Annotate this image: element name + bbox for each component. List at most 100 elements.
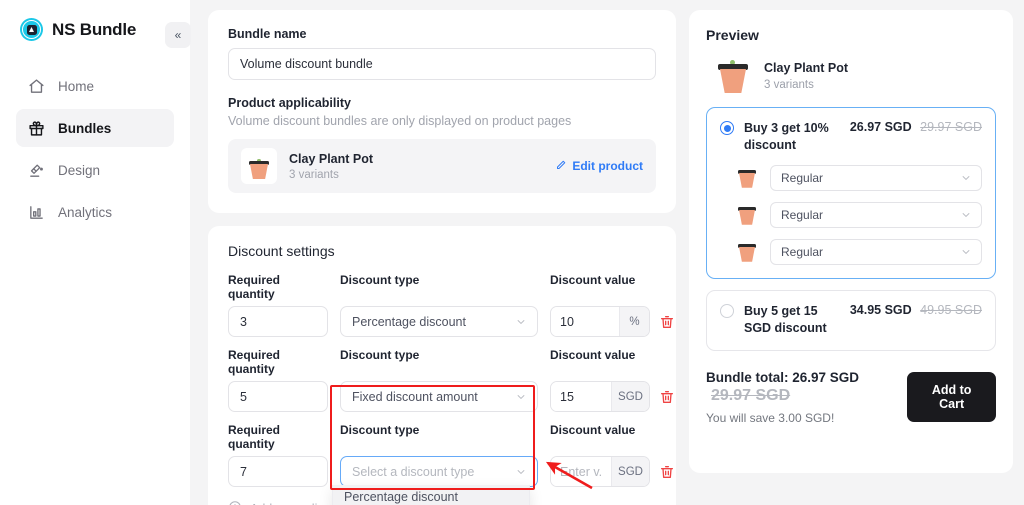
- sidebar-item-home[interactable]: Home: [16, 67, 174, 105]
- product-title: Clay Plant Pot: [289, 151, 374, 166]
- sidebar-item-label: Bundles: [58, 120, 112, 136]
- preview-title: Preview: [706, 27, 759, 43]
- trash-icon[interactable]: [659, 464, 675, 480]
- preview-card: Preview Clay Plant Pot 3 variants Buy 3 …: [689, 10, 1013, 473]
- label-discount-value: Discount value: [550, 423, 636, 437]
- trash-icon[interactable]: [659, 314, 675, 330]
- sidebar-item-bundles[interactable]: Bundles: [16, 109, 174, 147]
- preview-product-title: Clay Plant Pot: [764, 61, 849, 75]
- offer-price-old: 29.97 SGD: [920, 120, 982, 134]
- sidebar: NS Bundle « Home Bundles Design Analytic…: [0, 0, 191, 505]
- discount-row-1: Percentage discount %: [228, 306, 673, 337]
- product-applicability-note: Volume discount bundles are only display…: [228, 114, 572, 128]
- bundle-name-input[interactable]: [228, 48, 656, 80]
- discount-type-select-open[interactable]: Select a discount type: [340, 456, 538, 487]
- variant-row: Regular: [720, 201, 982, 228]
- bundle-total-row: Bundle total: 26.97 SGD 29.97 SGD You wi…: [706, 369, 996, 425]
- variant-row: Regular: [720, 164, 982, 191]
- row-labels-3: Required quantity Discount type Discount…: [228, 423, 656, 451]
- sidebar-nav: Home Bundles Design Analytics: [16, 67, 174, 231]
- offer-radio[interactable]: [720, 303, 734, 318]
- bundle-total-old: 29.97 SGD: [711, 386, 791, 404]
- preview-product-variants: 3 variants: [764, 79, 814, 91]
- discount-value-wrap-1: %: [550, 306, 675, 337]
- bundle-total-label: Bundle total: 26.97 SGD: [706, 369, 860, 385]
- sidebar-item-design[interactable]: Design: [16, 151, 174, 189]
- clay-pot-icon: [737, 167, 757, 189]
- offer-header: Buy 5 get 15 SGD discount 34.95 SGD 49.9…: [720, 303, 982, 337]
- discount-type-value: Percentage discount: [352, 314, 466, 329]
- sidebar-collapse-button[interactable]: «: [165, 22, 191, 48]
- discount-type-select[interactable]: Percentage discount: [340, 306, 538, 337]
- offer-header: Buy 3 get 10% discount 26.97 SGD 29.97 S…: [720, 120, 982, 154]
- preview-offer-1[interactable]: Buy 3 get 10% discount 26.97 SGD 29.97 S…: [706, 107, 996, 279]
- label-required-quantity: Required quantity: [228, 423, 281, 451]
- label-required-quantity: Required quantity: [228, 273, 281, 301]
- discount-value-input[interactable]: [551, 307, 619, 336]
- label-required-quantity: Required quantity: [228, 348, 281, 376]
- edit-product-button[interactable]: Edit product: [555, 159, 643, 174]
- discount-value-suffix: SGD: [611, 382, 649, 411]
- variant-select[interactable]: Regular: [770, 201, 982, 228]
- bundle-name-label: Bundle name: [228, 27, 307, 41]
- row-labels-2: Required quantity Discount type Discount…: [228, 348, 656, 376]
- chevron-down-icon: [961, 210, 971, 220]
- main-content: Bundle name Product applicability Volume…: [190, 0, 1024, 505]
- settings-column: Bundle name Product applicability Volume…: [208, 10, 676, 505]
- sidebar-item-label: Home: [58, 78, 95, 94]
- discount-value-input[interactable]: [551, 382, 611, 411]
- clay-pot-icon: [737, 204, 757, 226]
- row-labels-1: Required quantity Discount type Discount…: [228, 273, 656, 301]
- add-to-cart-button[interactable]: Add to Cart: [907, 371, 996, 422]
- discount-value-suffix: %: [619, 307, 649, 336]
- label-discount-value: Discount value: [550, 273, 636, 287]
- chevron-down-icon: [516, 467, 526, 477]
- clay-pot-icon: [737, 241, 757, 263]
- discount-value-group: SGD: [550, 381, 650, 412]
- variant-value: Regular: [781, 244, 824, 259]
- brand-name: NS Bundle: [52, 19, 137, 39]
- offer-label: Buy 3 get 10% discount: [744, 121, 829, 152]
- discount-row-3: Select a discount type SGD: [228, 456, 673, 487]
- discount-type-select[interactable]: Fixed discount amount: [340, 381, 538, 412]
- variant-value: Regular: [781, 170, 824, 185]
- discount-value-suffix: SGD: [611, 457, 649, 486]
- ns-logo-icon: [20, 18, 43, 41]
- chevron-down-icon: [516, 317, 526, 327]
- gift-icon: [28, 120, 45, 137]
- discount-type-value: Fixed discount amount: [352, 389, 478, 404]
- clay-pot-icon: [241, 148, 277, 184]
- chevron-down-icon: [961, 173, 971, 183]
- preview-column: Preview Clay Plant Pot 3 variants Buy 3 …: [689, 10, 1013, 505]
- product-applicability-label: Product applicability: [228, 96, 351, 110]
- discount-type-dropdown-menu[interactable]: Percentage discount Fixed discount amoun…: [332, 485, 530, 505]
- sidebar-item-label: Design: [58, 162, 101, 178]
- bundle-total-line: Bundle total: 26.97 SGD 29.97 SGD: [706, 369, 907, 405]
- offer-price-old: 49.95 SGD: [920, 302, 982, 317]
- offer-radio-selected[interactable]: [720, 121, 734, 135]
- discount-row-2: Fixed discount amount SGD: [228, 381, 673, 412]
- required-quantity-input[interactable]: [228, 456, 328, 487]
- home-icon: [28, 78, 45, 95]
- bundle-save-note: You will save 3.00 SGD!: [706, 410, 835, 425]
- required-quantity-input[interactable]: [228, 381, 328, 412]
- sidebar-item-label: Analytics: [58, 204, 113, 220]
- discount-type-placeholder: Select a discount type: [352, 464, 475, 479]
- trash-icon[interactable]: [659, 389, 675, 405]
- offer-label: Buy 5 get 15 SGD discount: [744, 303, 827, 335]
- variant-select[interactable]: Regular: [770, 164, 982, 191]
- required-quantity-input[interactable]: [228, 306, 328, 337]
- discount-value-input[interactable]: [551, 457, 611, 486]
- preview-offer-2[interactable]: Buy 5 get 15 SGD discount 34.95 SGD 49.9…: [706, 289, 996, 351]
- discount-value-wrap-2: SGD: [550, 381, 675, 412]
- brand: NS Bundle: [16, 0, 174, 57]
- label-discount-type: Discount type: [340, 423, 420, 437]
- discount-value-group: %: [550, 306, 650, 337]
- discount-value-wrap-3: SGD: [550, 456, 675, 487]
- sidebar-item-analytics[interactable]: Analytics: [16, 193, 174, 231]
- chevron-down-icon: [961, 247, 971, 257]
- selected-product-row[interactable]: Clay Plant Pot 3 variants Edit product: [228, 139, 656, 193]
- dropdown-option-percentage[interactable]: Percentage discount: [333, 485, 529, 505]
- offer-prices: 34.95 SGD 49.95 SGD: [842, 303, 982, 317]
- variant-select[interactable]: Regular: [770, 238, 982, 265]
